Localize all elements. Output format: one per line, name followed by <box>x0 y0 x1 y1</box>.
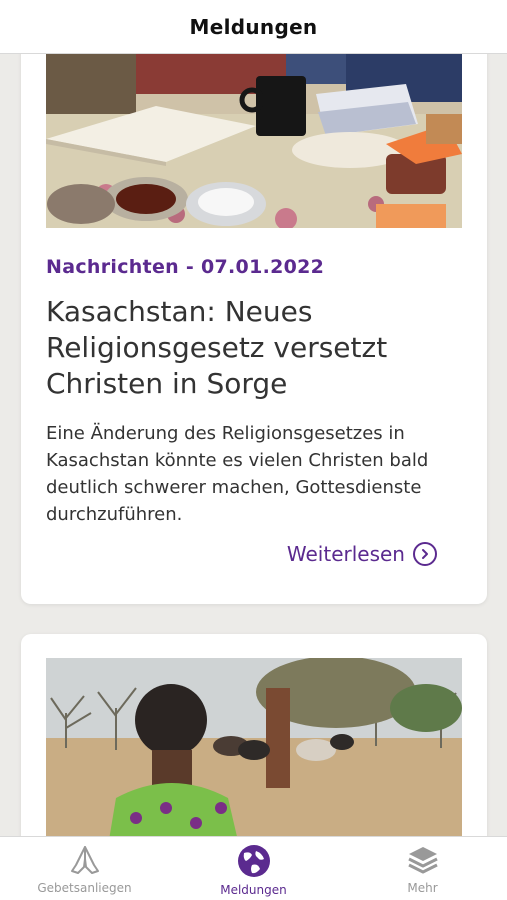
article-image[interactable] <box>46 658 462 836</box>
article-photo-illustration <box>46 54 462 228</box>
news-feed[interactable]: Nachrichten - 07.01.2022 Kasachstan: Neu… <box>0 54 507 836</box>
tab-label: Meldungen <box>220 883 287 897</box>
article-excerpt: Eine Änderung des Religionsgesetzes in K… <box>46 423 429 525</box>
news-card[interactable]: Nachrichten - 07.01.2022 Kasachstan: Neu… <box>21 54 487 604</box>
tab-label: Mehr <box>407 881 438 895</box>
tab-label: Gebetsanliegen <box>37 881 132 895</box>
globe-icon <box>237 845 270 877</box>
read-more-label: Weiterlesen <box>286 542 405 566</box>
article-photo-illustration <box>46 658 462 836</box>
layers-icon <box>407 847 438 874</box>
page-title: Meldungen <box>189 14 318 39</box>
tab-meldungen[interactable]: Meldungen <box>169 837 338 900</box>
article-title[interactable]: Kasachstan: Neues Religionsgesetz verset… <box>46 294 466 402</box>
tab-mehr[interactable]: Mehr <box>338 837 507 900</box>
praying-hands-icon <box>70 846 99 874</box>
article-image[interactable] <box>46 54 462 228</box>
read-more-link[interactable]: Weiterlesen <box>287 542 437 566</box>
article-category-date: Nachrichten - 07.01.2022 <box>46 256 325 278</box>
chevron-right-circle-icon <box>413 542 437 566</box>
bottom-tab-bar: Gebetsanliegen Meldungen Mehr <box>0 836 507 900</box>
app-header: Meldungen <box>0 0 507 54</box>
news-card[interactable] <box>21 634 487 836</box>
tab-gebetsanliegen[interactable]: Gebetsanliegen <box>0 837 169 900</box>
